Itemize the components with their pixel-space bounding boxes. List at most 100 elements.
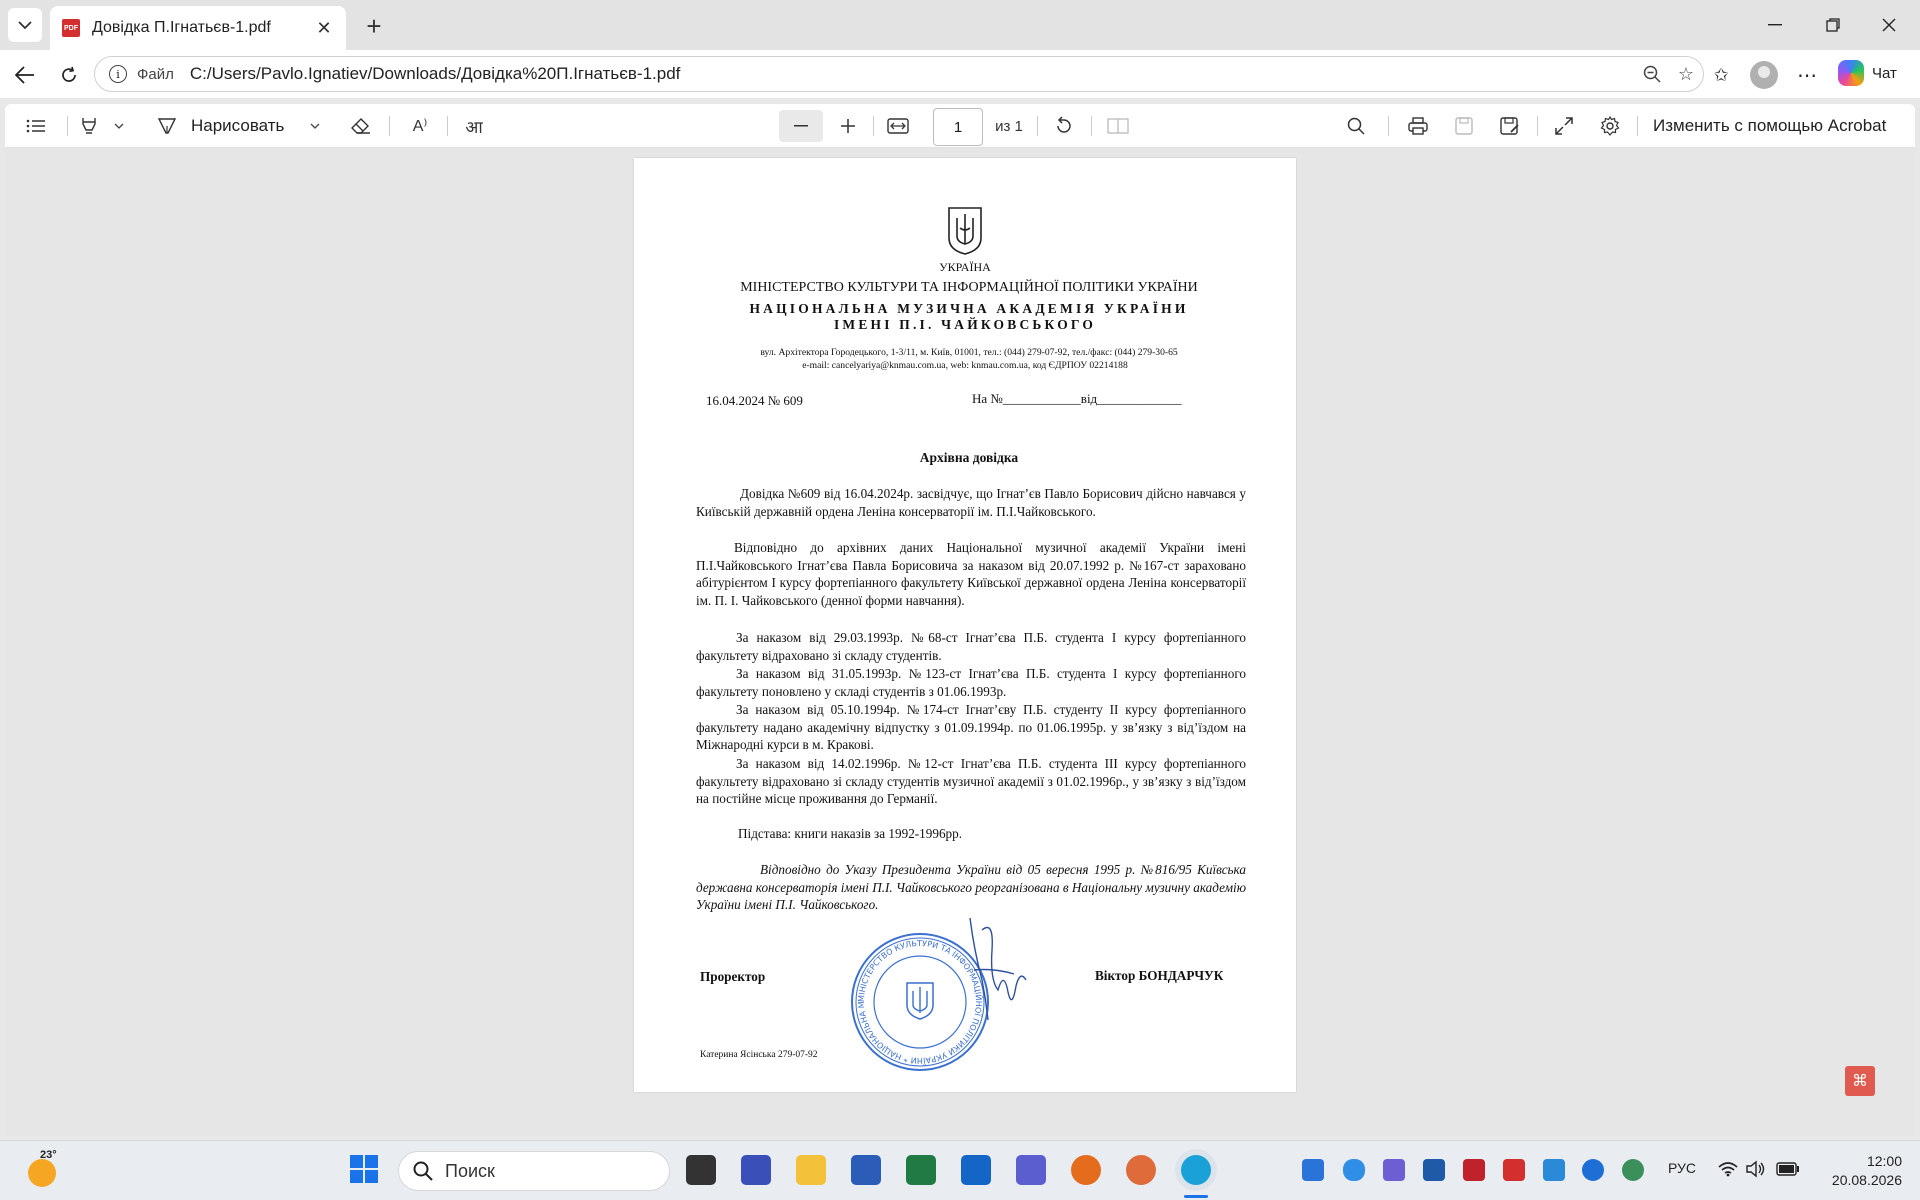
fullscreen-button[interactable] <box>1547 110 1581 142</box>
address-line1: вул. Архітектора Городецького, 1-3/11, м… <box>760 347 1178 358</box>
url-text[interactable]: C:/Users/Pavlo.Ignatiev/Downloads/Довідк… <box>190 64 1635 84</box>
restore-icon <box>1826 18 1840 32</box>
volume-icon[interactable] <box>1746 1160 1766 1178</box>
minimize-icon <box>1768 24 1782 26</box>
tray-outlook-icon[interactable] <box>1302 1159 1324 1181</box>
print-button[interactable] <box>1401 110 1435 142</box>
paragraph-3: За наказом від 29.03.1993р. №68-ст Ігнат… <box>696 630 1246 663</box>
tab-title: Довідка П.Ігнатьєв-1.pdf <box>92 19 271 36</box>
save-as-icon <box>1500 117 1519 135</box>
fit-page-button[interactable] <box>881 110 915 142</box>
tray-teams-icon[interactable] <box>1383 1159 1405 1181</box>
erase-button[interactable] <box>346 110 376 142</box>
academy-title-line2: ІМЕНІ П.І. ЧАЙКОВСЬКОГО <box>833 317 1097 332</box>
onedrive-icon[interactable] <box>1343 1159 1365 1181</box>
outlook-icon[interactable] <box>961 1155 991 1185</box>
start-button[interactable] <box>350 1155 378 1183</box>
separator <box>389 116 390 136</box>
battery-icon[interactable] <box>1776 1162 1800 1176</box>
refresh-button[interactable] <box>52 58 86 92</box>
page-number-input[interactable]: 1 <box>933 108 983 146</box>
copilot-label: Чат <box>1872 64 1897 82</box>
academy-title-line1: НАЦІОНАЛЬНА МУЗИЧНА АКАДЕМІЯ УКРАЇНИ <box>749 301 1189 316</box>
pdf-viewer[interactable]: УКРАЇНА МІНІСТЕРСТВО КУЛЬТУРИ ТА ІНФОРМА… <box>5 148 1915 1136</box>
minus-icon <box>794 125 808 127</box>
minimize-button[interactable] <box>1752 10 1798 40</box>
bluetooth-icon[interactable] <box>1582 1159 1604 1181</box>
paragraph-4: За наказом від 31.05.1993р. №123-ст Ігна… <box>696 666 1246 699</box>
duckduckgo-icon[interactable] <box>1126 1155 1156 1185</box>
list-icon <box>26 119 45 133</box>
more-menu-button[interactable]: ⋯ <box>1790 58 1824 92</box>
read-aloud-button[interactable]: A⁾ <box>405 110 435 142</box>
translate-button[interactable]: आ <box>459 110 489 142</box>
edit-with-acrobat-button[interactable]: Изменить с помощью Acrobat <box>1653 110 1911 142</box>
paragraph-1: Довідка №609 від 16.04.2024р. засвідчує,… <box>696 486 1246 519</box>
zoom-out-button[interactable] <box>779 110 823 142</box>
highlight-button[interactable] <box>75 110 103 142</box>
windows-icon <box>350 1155 378 1183</box>
task-view-icon[interactable] <box>686 1155 716 1185</box>
tray-globe-icon[interactable] <box>1622 1159 1644 1181</box>
more-icon: ⋯ <box>1797 64 1817 87</box>
excel-icon[interactable] <box>906 1155 936 1185</box>
signer-title: Проректор <box>700 969 766 984</box>
weather-widget[interactable]: 23° <box>26 1149 60 1187</box>
favorites-icon: ✩ <box>1713 64 1729 85</box>
browser-tab[interactable]: PDF Довідка П.Ігнатьєв-1.pdf ✕ <box>50 6 346 50</box>
search-icon <box>413 1161 433 1181</box>
draw-dropdown[interactable] <box>305 110 325 142</box>
rotate-button[interactable] <box>1047 110 1081 142</box>
tray-amd-icon[interactable] <box>1503 1159 1525 1181</box>
highlight-dropdown[interactable] <box>109 110 129 142</box>
tab-list-button[interactable] <box>8 8 42 42</box>
tray-security-icon[interactable] <box>1463 1159 1485 1181</box>
taskbar-search[interactable]: Поиск <box>398 1151 670 1191</box>
copilot-button[interactable]: Чат <box>1838 60 1897 86</box>
two-page-view-button[interactable] <box>1101 110 1135 142</box>
zoom-out-icon[interactable] <box>1635 59 1669 89</box>
draw-button[interactable]: Нарисовать <box>157 110 307 142</box>
url-scheme: Файл <box>137 65 174 83</box>
active-app-indicator <box>1184 1195 1208 1198</box>
contents-button[interactable] <box>19 110 53 142</box>
acrobat-float-button[interactable]: ⌘ <box>1845 1066 1875 1096</box>
presidential-decree-note: Відповідно до Указу Президента України в… <box>696 862 1247 912</box>
edge-icon[interactable] <box>1181 1155 1211 1185</box>
find-button[interactable] <box>1339 110 1373 142</box>
zoom-in-button[interactable] <box>831 110 865 142</box>
highlighter-icon <box>82 118 96 134</box>
wifi-icon[interactable] <box>1718 1161 1738 1177</box>
word-icon[interactable] <box>851 1155 881 1185</box>
close-icon <box>1882 18 1896 32</box>
teams-icon[interactable] <box>1016 1155 1046 1185</box>
close-window-button[interactable] <box>1866 10 1912 40</box>
firefox-icon[interactable] <box>1071 1155 1101 1185</box>
info-icon[interactable]: i <box>109 65 127 83</box>
address-bar[interactable]: i Файл C:/Users/Pavlo.Ignatiev/Downloads… <box>94 56 1704 92</box>
favorites-button[interactable]: ✩ <box>1704 58 1738 92</box>
journal-app-icon[interactable] <box>741 1155 771 1185</box>
copilot-icon <box>1838 60 1864 86</box>
draw-label: Нарисовать <box>191 116 285 135</box>
new-tab-button[interactable]: + <box>360 11 388 41</box>
address-bar-row: i Файл C:/Users/Pavlo.Ignatiev/Downloads… <box>0 50 1920 98</box>
file-explorer-icon[interactable] <box>796 1155 826 1185</box>
save-button[interactable] <box>1447 110 1481 142</box>
restore-button[interactable] <box>1810 10 1856 40</box>
favorite-star-icon[interactable]: ☆ <box>1669 59 1703 89</box>
arrow-left-icon <box>15 66 34 84</box>
address-line2: e-mail: cancelyariya@knmau.com.ua, web: … <box>802 360 1128 371</box>
close-tab-icon[interactable]: ✕ <box>314 18 334 39</box>
back-button[interactable] <box>8 58 42 92</box>
save-as-button[interactable] <box>1493 110 1527 142</box>
taskbar: 23° Поиск РУС 12:00 20.08.2026 <box>0 1140 1920 1200</box>
acrobat-icon: ⌘ <box>1852 1073 1868 1090</box>
language-indicator[interactable]: РУС <box>1668 1160 1696 1176</box>
tray-app-icon[interactable] <box>1423 1159 1445 1181</box>
system-clock[interactable]: 12:00 20.08.2026 <box>1832 1152 1902 1190</box>
profile-avatar[interactable] <box>1750 61 1778 89</box>
tray-network-app-icon[interactable] <box>1543 1159 1565 1181</box>
settings-button[interactable] <box>1593 110 1627 142</box>
search-placeholder: Поиск <box>445 1160 495 1181</box>
